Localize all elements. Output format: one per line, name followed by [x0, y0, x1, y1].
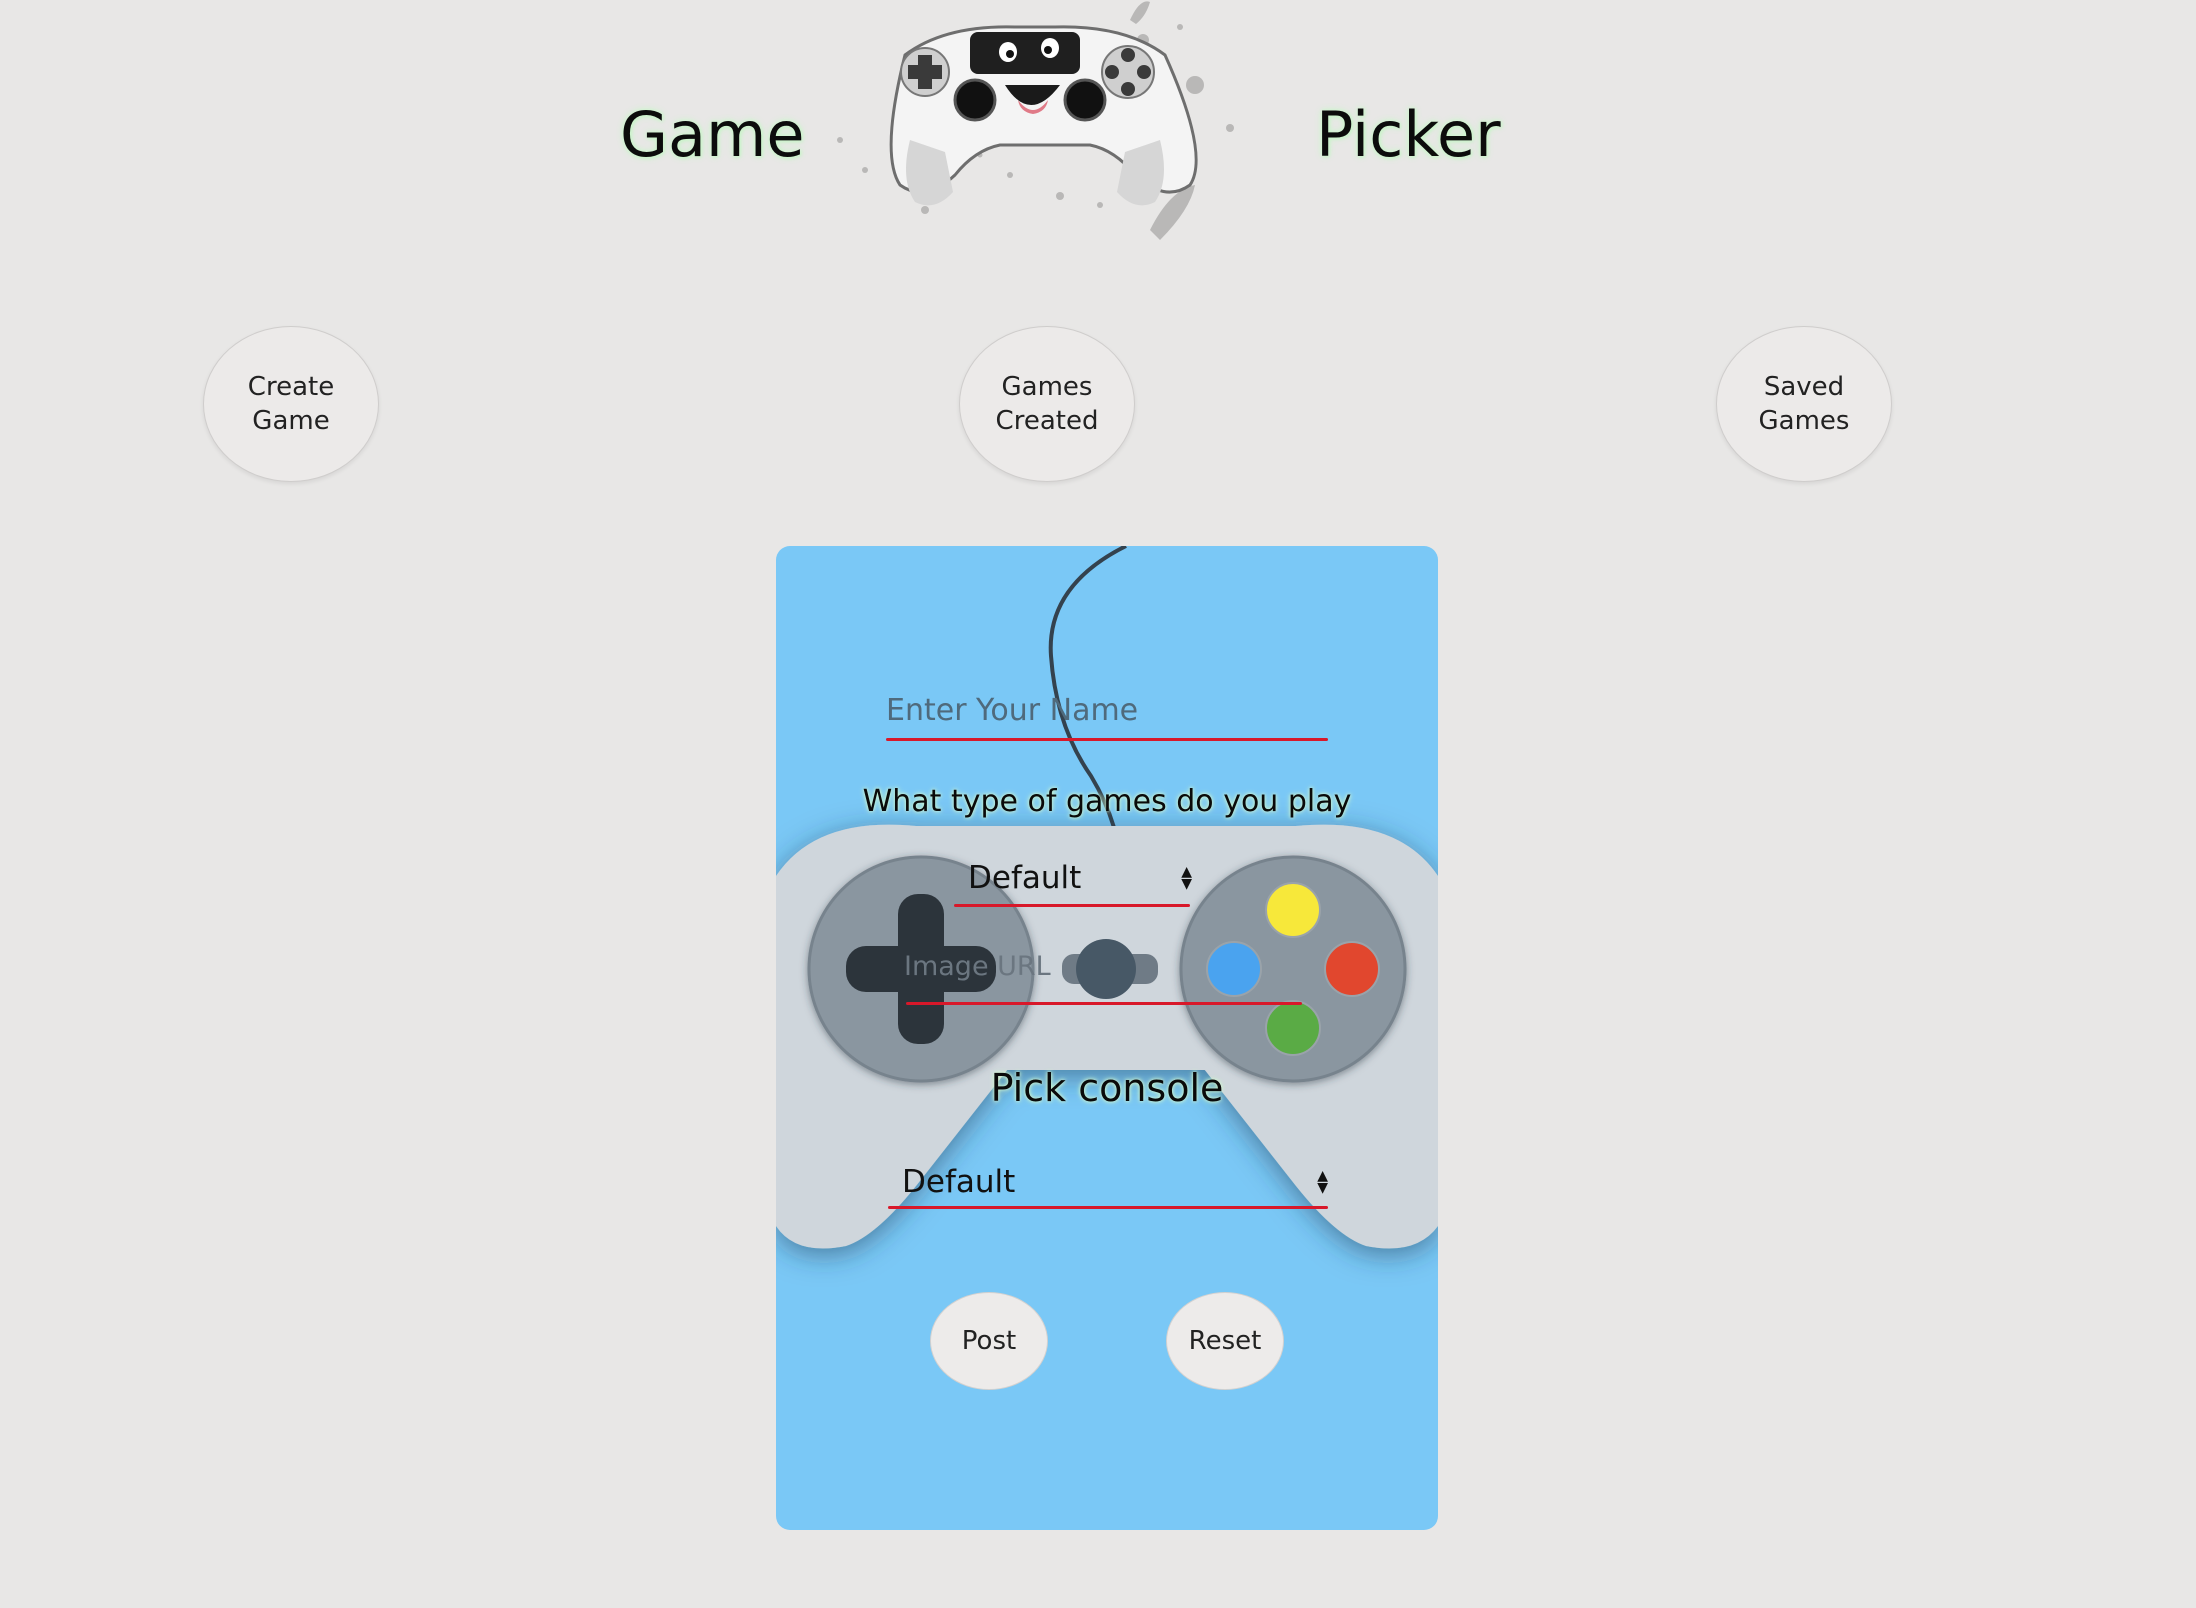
- reset-button[interactable]: Reset: [1166, 1292, 1284, 1390]
- create-game-form: What type of games do you play Default ▲…: [776, 546, 1438, 1530]
- console-select-value: Default: [902, 1164, 1016, 1200]
- name-input[interactable]: [886, 688, 1326, 732]
- image-url-input[interactable]: [904, 946, 1054, 986]
- select-arrows-icon: ▲ ▼: [1317, 1168, 1328, 1196]
- post-button[interactable]: Post: [930, 1292, 1048, 1390]
- console-underline: [888, 1206, 1328, 1209]
- games-created-button[interactable]: Games Created: [959, 326, 1135, 482]
- console-label: Pick console: [990, 1066, 1224, 1110]
- image-url-underline: [906, 1002, 1302, 1005]
- game-type-label: What type of games do you play: [862, 784, 1352, 819]
- saved-games-button[interactable]: Saved Games: [1716, 326, 1892, 482]
- game-type-underline: [954, 904, 1190, 907]
- title-game: Game: [620, 98, 805, 171]
- gamepad-mascot-icon: [837, 1, 1234, 240]
- game-type-select-value: Default: [968, 860, 1082, 896]
- game-type-select[interactable]: Default ▲ ▼: [956, 856, 1192, 900]
- title-picker: Picker: [1316, 98, 1501, 171]
- create-game-button[interactable]: Create Game: [203, 326, 379, 482]
- name-underline: [886, 738, 1328, 741]
- console-select[interactable]: Default ▲ ▼: [888, 1160, 1328, 1204]
- select-arrows-icon: ▲ ▼: [1181, 864, 1192, 892]
